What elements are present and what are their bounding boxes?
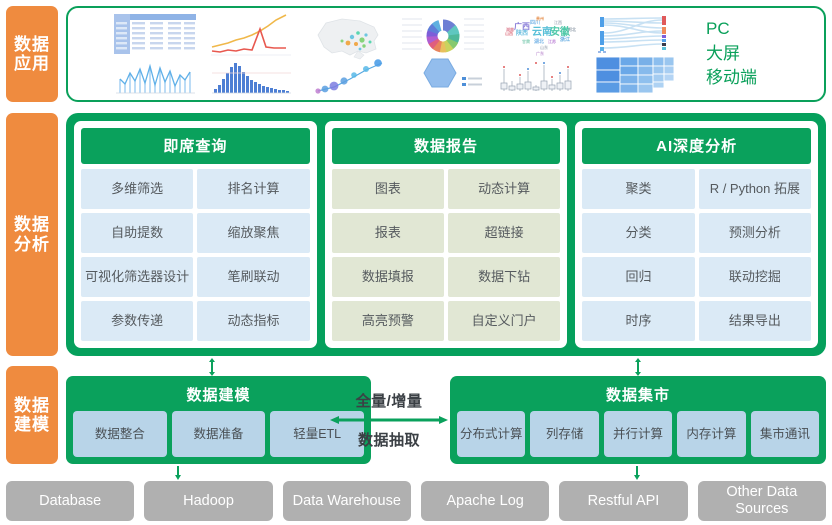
cell-item[interactable]: 动态计算 bbox=[448, 169, 561, 209]
svg-text:江西: 江西 bbox=[554, 19, 562, 25]
data-application-panel: 湖南 广西 四川 贵州 云南 安徽 江西 陕西 山西 河北 甘肃 湖北 江苏 浙… bbox=[66, 6, 826, 102]
svg-text:陕西: 陕西 bbox=[516, 29, 528, 37]
device-large-screen: 大屏 bbox=[706, 43, 740, 63]
cell-item[interactable]: 参数传递 bbox=[81, 301, 194, 341]
rail-data-analysis: 数据分析 bbox=[6, 113, 58, 356]
connector-sources-to-modeling bbox=[175, 466, 181, 480]
cell-item[interactable]: 分类 bbox=[582, 213, 695, 253]
cell-item[interactable]: 多维筛选 bbox=[81, 169, 194, 209]
connector-modeling-to-analysis bbox=[209, 358, 215, 376]
table-and-line-chart-thumbnail bbox=[112, 11, 198, 97]
cell-item[interactable]: 数据下钻 bbox=[448, 257, 561, 297]
cell-item[interactable]: 自定义门户 bbox=[448, 301, 561, 341]
cell-grid-ai-deep-analysis: 聚类 R / Python 拓展 分类 预测分析 回归 联动挖掘 时序 结果导出 bbox=[582, 169, 812, 341]
data-modeling-title: 数据建模 bbox=[186, 387, 251, 404]
panel-ai-deep-analysis: AI深度分析 聚类 R / Python 拓展 分类 预测分析 回归 联动挖掘 … bbox=[575, 121, 819, 348]
cell-item[interactable]: 可视化筛选器设计 bbox=[81, 257, 194, 297]
cell-item[interactable]: 联动挖掘 bbox=[698, 257, 812, 297]
svg-text:浙江: 浙江 bbox=[560, 36, 570, 43]
source-database[interactable]: Database bbox=[6, 481, 135, 521]
rail-label-data-analysis: 数据分析 bbox=[14, 215, 50, 254]
chip-item[interactable]: 列存储 bbox=[530, 411, 599, 457]
connector-sources-to-mart bbox=[634, 466, 640, 480]
chip-item[interactable]: 并行计算 bbox=[603, 411, 673, 457]
source-data-warehouse[interactable]: Data Warehouse bbox=[282, 481, 411, 521]
data-flow-connector: 全量/增量 数据抽取 bbox=[330, 378, 448, 462]
cell-item[interactable]: 超链接 bbox=[448, 213, 561, 253]
rail-data-application: 数据应用 bbox=[6, 6, 58, 102]
chip-item[interactable]: 集市通讯 bbox=[750, 411, 820, 457]
cell-grid-ad-hoc-query: 多维筛选 排名计算 自助提数 缩放聚焦 可视化筛选器设计 笔刷联动 参数传递 动… bbox=[81, 169, 310, 341]
chip-item[interactable]: 数据整合 bbox=[73, 411, 167, 457]
cell-item[interactable]: R / Python 拓展 bbox=[698, 169, 812, 209]
cell-item[interactable]: 时序 bbox=[582, 301, 695, 341]
device-pc: PC bbox=[706, 19, 730, 39]
svg-text:山东: 山东 bbox=[540, 44, 548, 50]
svg-text:江苏: 江苏 bbox=[548, 38, 556, 44]
bidirectional-arrow-icon bbox=[330, 416, 448, 424]
multi-line-and-histogram-thumbnail bbox=[208, 11, 294, 97]
cell-item[interactable]: 结果导出 bbox=[698, 301, 812, 341]
panel-title-ai-deep-analysis: AI深度分析 bbox=[582, 128, 812, 164]
data-modeling-box: 数据建模 数据整合 数据准备 轻量ETL bbox=[66, 376, 371, 464]
cell-item[interactable]: 数据填报 bbox=[331, 257, 444, 297]
svg-text:贵州: 贵州 bbox=[536, 15, 544, 21]
cell-item[interactable]: 聚类 bbox=[582, 169, 695, 209]
svg-text:云南: 云南 bbox=[532, 25, 552, 38]
svg-text:湖北: 湖北 bbox=[534, 38, 544, 45]
data-mart-box: 数据集市 分布式计算 列存储 并行计算 内存计算 集市通讯 bbox=[450, 376, 826, 464]
cell-grid-data-report: 图表 动态计算 报表 超链接 数据填报 数据下钻 高亮预警 自定义门户 bbox=[331, 169, 561, 341]
source-hadoop[interactable]: Hadoop bbox=[144, 481, 273, 521]
data-source-row: Database Hadoop Data Warehouse Apache Lo… bbox=[6, 481, 826, 521]
cell-item[interactable]: 自助提数 bbox=[81, 213, 194, 253]
panel-title-ad-hoc-query: 即席查询 bbox=[81, 128, 310, 164]
data-mart-chips: 分布式计算 列存储 并行计算 内存计算 集市通讯 bbox=[457, 411, 820, 457]
svg-text:山西: 山西 bbox=[505, 30, 513, 36]
data-mart-title: 数据集市 bbox=[605, 387, 670, 404]
cell-item[interactable]: 排名计算 bbox=[197, 169, 310, 209]
cell-item[interactable]: 高亮预警 bbox=[331, 301, 444, 341]
rail-label-data-application: 数据应用 bbox=[14, 34, 50, 73]
source-apache-log[interactable]: Apache Log bbox=[420, 481, 550, 521]
svg-text:甘肃: 甘肃 bbox=[522, 38, 530, 44]
sankey-and-treemap-thumbnail bbox=[592, 11, 678, 97]
china-map-and-bubble-thumbnail bbox=[304, 11, 390, 97]
panel-ad-hoc-query: 即席查询 多维筛选 排名计算 自助提数 缩放聚焦 可视化筛选器设计 笔刷联动 参… bbox=[74, 121, 317, 348]
cell-item[interactable]: 回归 bbox=[582, 257, 695, 297]
chip-item[interactable]: 内存计算 bbox=[677, 411, 746, 457]
panel-data-report: 数据报告 图表 动态计算 报表 超链接 数据填报 数据下钻 高亮预警 自定义门户 bbox=[324, 121, 568, 348]
cell-item[interactable]: 缩放聚焦 bbox=[197, 213, 310, 253]
flow-label-data-extraction: 数据抽取 bbox=[357, 432, 420, 449]
cell-item[interactable]: 图表 bbox=[331, 169, 444, 209]
source-restful-api[interactable]: Restful API bbox=[559, 481, 688, 521]
flow-label-full-incremental: 全量/增量 bbox=[355, 393, 423, 410]
chart-thumbnail-gallery: 湖南 广西 四川 贵州 云南 安徽 江西 陕西 山西 河北 甘肃 湖北 江苏 浙… bbox=[68, 8, 678, 100]
panel-title-data-report: 数据报告 bbox=[331, 128, 561, 164]
connector-mart-to-analysis bbox=[635, 358, 641, 376]
bi-architecture-diagram: 数据应用 数据分析 数据建模 湖南 广西 四川 贵州 云南 安徽 江西 陕西 山… bbox=[0, 0, 832, 525]
svg-text:河北: 河北 bbox=[568, 26, 576, 32]
device-mobile: 移动端 bbox=[706, 68, 757, 88]
rail-label-data-modeling: 数据建模 bbox=[14, 395, 50, 434]
rail-data-modeling: 数据建模 bbox=[6, 366, 58, 464]
data-analysis-panel: 即席查询 多维筛选 排名计算 自助提数 缩放聚焦 可视化筛选器设计 笔刷联动 参… bbox=[66, 113, 826, 356]
cell-item[interactable]: 动态指标 bbox=[197, 301, 310, 341]
wordcloud-and-boxplot-thumbnail: 湖南 广西 四川 贵州 云南 安徽 江西 陕西 山西 河北 甘肃 湖北 江苏 浙… bbox=[496, 11, 582, 97]
svg-text:广东: 广东 bbox=[536, 50, 544, 56]
chip-item[interactable]: 数据准备 bbox=[171, 411, 266, 457]
chip-item[interactable]: 分布式计算 bbox=[457, 411, 526, 457]
data-modeling-chips: 数据整合 数据准备 轻量ETL bbox=[73, 411, 365, 457]
cell-item[interactable]: 预测分析 bbox=[698, 213, 812, 253]
cell-item[interactable]: 笔刷联动 bbox=[197, 257, 310, 297]
source-other[interactable]: Other Data Sources bbox=[697, 481, 826, 521]
cell-item[interactable]: 报表 bbox=[331, 213, 444, 253]
donut-and-radar-thumbnail bbox=[400, 11, 486, 97]
device-list: PC 大屏 移动端 bbox=[706, 17, 757, 91]
